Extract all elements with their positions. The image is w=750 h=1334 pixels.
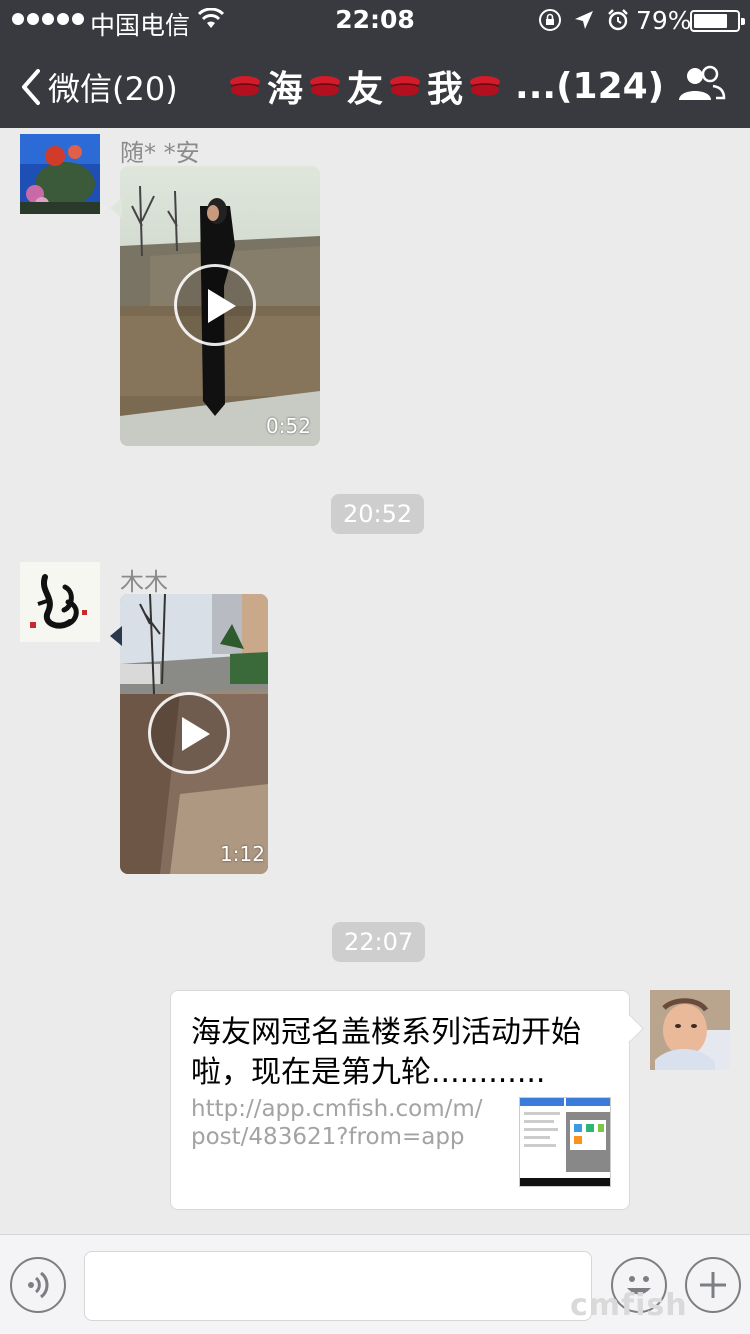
- message-input[interactable]: [84, 1251, 592, 1321]
- top-bar: 中国电信 22:08 79% 微信(20) 海 友 我 ...(124): [0, 0, 750, 128]
- nav-bar: 微信(20) 海 友 我 ...(124): [0, 40, 750, 128]
- kiss-lips-icon: [465, 70, 505, 102]
- location-arrow-icon: [575, 11, 593, 29]
- video-duration: 1:12: [220, 842, 265, 866]
- title-suffix: ...(124): [515, 65, 665, 107]
- play-icon[interactable]: [174, 264, 256, 346]
- back-label: 微信(20): [48, 70, 178, 108]
- battery-icon: [690, 10, 745, 32]
- title-char: 我: [427, 69, 464, 110]
- kiss-lips-icon: [305, 70, 345, 102]
- avatar[interactable]: [650, 990, 730, 1070]
- bubble-tail: [110, 626, 122, 646]
- battery-percent: 79%: [636, 6, 692, 35]
- title-char: 海: [267, 69, 304, 110]
- more-button[interactable]: [685, 1257, 741, 1313]
- alarm-icon: [608, 9, 628, 31]
- watermark: cmfish: [570, 1288, 688, 1323]
- video-message[interactable]: 1:12: [120, 594, 268, 874]
- rotation-lock-icon: [539, 9, 561, 31]
- link-card[interactable]: 海友网冠名盖楼系列活动开始啦，现在是第九轮............ http:/…: [170, 990, 630, 1210]
- avatar[interactable]: [20, 134, 100, 214]
- status-bar: 中国电信 22:08 79%: [0, 0, 750, 40]
- link-url: http://app.cmfish.com/m/post/483621?from…: [191, 1096, 483, 1150]
- voice-icon: [28, 1271, 49, 1299]
- video-duration: 0:52: [266, 414, 311, 438]
- title-char: 友: [347, 69, 384, 110]
- kiss-lips-icon: [385, 70, 425, 102]
- chevron-left-icon: [22, 69, 40, 105]
- group-people-icon[interactable]: [676, 64, 726, 104]
- chat-title[interactable]: 海 友 我 ...(124): [225, 60, 664, 112]
- link-thumbnail: [519, 1097, 611, 1187]
- kiss-lips-icon: [225, 70, 265, 102]
- avatar[interactable]: [20, 562, 100, 642]
- timestamp: 22:07: [332, 922, 426, 962]
- plus-icon: [700, 1272, 726, 1298]
- sender-name: 木木: [120, 568, 168, 596]
- video-message[interactable]: 0:52: [120, 166, 320, 446]
- bubble-tail: [110, 198, 122, 218]
- back-button[interactable]: 微信(20): [20, 64, 178, 110]
- voice-button[interactable]: [10, 1257, 66, 1313]
- timestamp: 20:52: [331, 494, 425, 534]
- play-icon[interactable]: [148, 692, 230, 774]
- sender-name: 随* *安: [120, 139, 200, 167]
- link-title: 海友网冠名盖楼系列活动开始啦，现在是第九轮............: [191, 1015, 581, 1090]
